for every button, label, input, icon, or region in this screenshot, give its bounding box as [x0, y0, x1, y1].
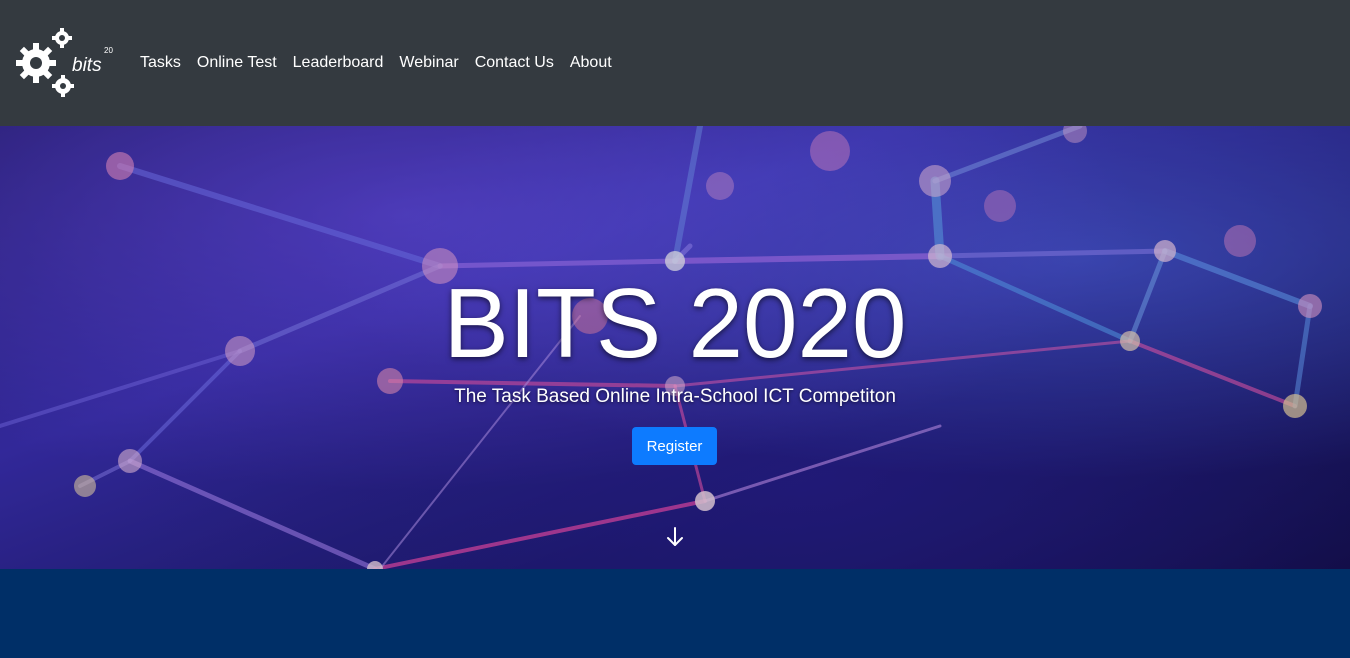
hero-content: BITS 2020 The Task Based Online Intra-Sc… [0, 126, 1350, 569]
nav-link-about[interactable]: About [562, 54, 620, 72]
nav-link-webinar[interactable]: Webinar [391, 54, 466, 72]
arrow-down-icon[interactable] [664, 526, 686, 548]
hero-title: BITS 2020 [443, 268, 907, 378]
brand-logo[interactable]: bits 20 [14, 26, 116, 100]
nav-link-online-test[interactable]: Online Test [189, 54, 285, 72]
svg-text:bits: bits [72, 55, 102, 76]
svg-text:20: 20 [104, 46, 113, 55]
content-section [0, 569, 1350, 658]
register-button[interactable]: Register [632, 427, 717, 465]
nav-link-tasks[interactable]: Tasks [132, 54, 189, 72]
hero-section: BITS 2020 The Task Based Online Intra-Sc… [0, 126, 1350, 569]
gears-logo-icon: bits 20 [16, 28, 113, 97]
hero-subtitle: The Task Based Online Intra-School ICT C… [454, 386, 896, 407]
nav-link-contact-us[interactable]: Contact Us [467, 54, 562, 72]
navbar: bits 20 Tasks Online Test Leaderboard We… [0, 0, 1350, 126]
nav-links: Tasks Online Test Leaderboard Webinar Co… [132, 0, 620, 126]
nav-link-leaderboard[interactable]: Leaderboard [285, 54, 392, 72]
